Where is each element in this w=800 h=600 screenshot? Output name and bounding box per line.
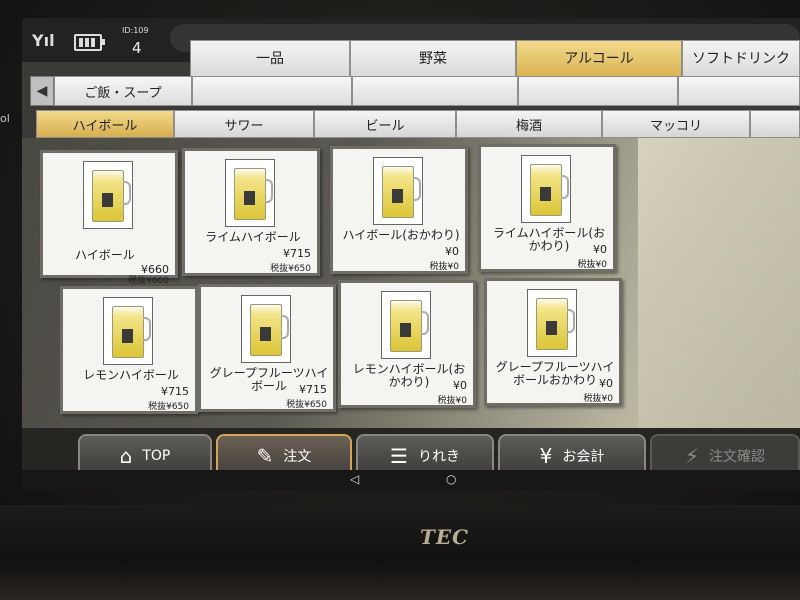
subcategory-nav: ◀ ご飯・スープ xyxy=(30,76,800,108)
tab-highball[interactable]: ハイボール xyxy=(36,110,174,138)
product-card-lime-highball[interactable]: ライムハイボール ¥715 税抜¥650 xyxy=(182,148,320,276)
top-label: TOP xyxy=(142,448,171,464)
tab-yasai[interactable]: 野菜 xyxy=(350,40,516,78)
product-card-highball[interactable]: ハイボール ¥660 税抜¥600 xyxy=(40,150,178,286)
tablet-device: ol Yıl ID:109 4 一品 野菜 アルコール ソフトドリンク ◀ ご飯… xyxy=(0,0,800,600)
product-price: ¥0 xyxy=(593,243,607,256)
device-bezel xyxy=(0,505,800,600)
product-price: ¥715 xyxy=(299,383,327,396)
highball-mug-icon xyxy=(373,157,423,225)
tab-sour[interactable]: サワー xyxy=(174,110,314,138)
product-grid: ハイボール ¥660 税抜¥600 ライムハイボール ¥715 税抜¥650 ハ… xyxy=(22,138,800,428)
product-name: ハイボール xyxy=(75,248,135,262)
product-price: ¥0 xyxy=(453,379,467,392)
product-name: ライムハイボール xyxy=(205,230,301,244)
nav-item-4[interactable] xyxy=(518,76,678,106)
tab-umeshu[interactable]: 梅酒 xyxy=(456,110,602,138)
back-arrow-icon[interactable]: ◀ xyxy=(30,76,54,106)
home-icon: ⌂ xyxy=(119,444,133,468)
tab-more[interactable] xyxy=(750,110,800,138)
highball-mug-icon xyxy=(521,155,571,223)
product-name: ハイボール(おかわり) xyxy=(342,228,460,242)
product-name: レモンハイボール xyxy=(83,368,179,382)
product-card-grapefruit-highball-refill[interactable]: グレープフルーツハイボールおかわり ¥0 税抜¥0 xyxy=(484,278,622,406)
product-price-notax: 税抜¥650 xyxy=(148,402,189,412)
nav-item-3[interactable] xyxy=(352,76,518,106)
tab-beer[interactable]: ビール xyxy=(314,110,456,138)
android-nav-bar: ◁ ○ xyxy=(22,470,800,490)
history-label: りれき xyxy=(417,449,460,465)
nav-item-2[interactable] xyxy=(192,76,352,106)
drink-type-tabs: ハイボール サワー ビール 梅酒 マッコリ xyxy=(36,110,800,138)
nav-rice-soup[interactable]: ご飯・スープ xyxy=(54,76,192,106)
product-price: ¥715 xyxy=(161,385,189,398)
lightning-icon: ⚡ xyxy=(684,444,700,468)
order-label: 注文 xyxy=(283,449,312,465)
product-price-notax: 税抜¥650 xyxy=(270,264,311,274)
product-price: ¥715 xyxy=(283,247,311,260)
tab-alcohol[interactable]: アルコール xyxy=(516,40,682,78)
product-card-highball-refill[interactable]: ハイボール(おかわり) ¥0 税抜¥0 xyxy=(330,146,468,274)
highball-mug-icon xyxy=(527,289,577,357)
side-label: ol xyxy=(0,112,10,125)
brand-logo: TEC xyxy=(420,525,470,549)
product-price-notax: 税抜¥0 xyxy=(577,260,607,270)
nav-item-5[interactable] xyxy=(678,76,800,106)
screen: Yıl ID:109 4 一品 野菜 アルコール ソフトドリンク ◀ ご飯・スー… xyxy=(22,18,800,490)
product-price-notax: 税抜¥0 xyxy=(429,262,459,272)
product-card-lemon-highball-refill[interactable]: レモンハイボール(おかわり) ¥0 税抜¥0 xyxy=(338,280,476,408)
confirm-label: 注文確認 xyxy=(709,449,766,465)
product-price: ¥0 xyxy=(445,245,459,258)
home-nav-icon[interactable]: ○ xyxy=(446,472,456,486)
highball-mug-icon xyxy=(381,291,431,359)
background-texture xyxy=(638,138,800,428)
product-card-grapefruit-highball[interactable]: グレープフルーツハイボール ¥715 税抜¥650 xyxy=(198,284,336,412)
back-nav-icon[interactable]: ◁ xyxy=(350,472,359,486)
product-card-lemon-highball[interactable]: レモンハイボール ¥715 税抜¥650 xyxy=(60,286,198,414)
product-price-notax: 税抜¥650 xyxy=(286,400,327,410)
highball-mug-icon xyxy=(83,161,133,229)
product-price-notax: 税抜¥0 xyxy=(437,396,467,406)
tab-makgeolli[interactable]: マッコリ xyxy=(602,110,750,138)
highball-mug-icon xyxy=(225,159,275,227)
product-card-lime-highball-refill[interactable]: ライムハイボール(おかわり) ¥0 税抜¥0 xyxy=(478,144,616,272)
tab-soft-drink[interactable]: ソフトドリンク xyxy=(682,40,800,78)
device-id-label: ID:109 xyxy=(122,26,149,35)
history-list-icon: ☰ xyxy=(390,444,408,468)
product-price-notax: 税抜¥600 xyxy=(128,276,169,286)
category-tabs: 一品 野菜 アルコール ソフトドリンク xyxy=(22,40,800,78)
product-price-notax: 税抜¥0 xyxy=(583,394,613,404)
checkout-label: お会計 xyxy=(562,449,605,465)
highball-mug-icon xyxy=(103,297,153,365)
yen-icon: ¥ xyxy=(539,444,553,468)
edit-icon: ✎ xyxy=(256,444,274,468)
highball-mug-icon xyxy=(241,295,291,363)
product-price: ¥0 xyxy=(599,377,613,390)
tab-ippin[interactable]: 一品 xyxy=(190,40,350,78)
